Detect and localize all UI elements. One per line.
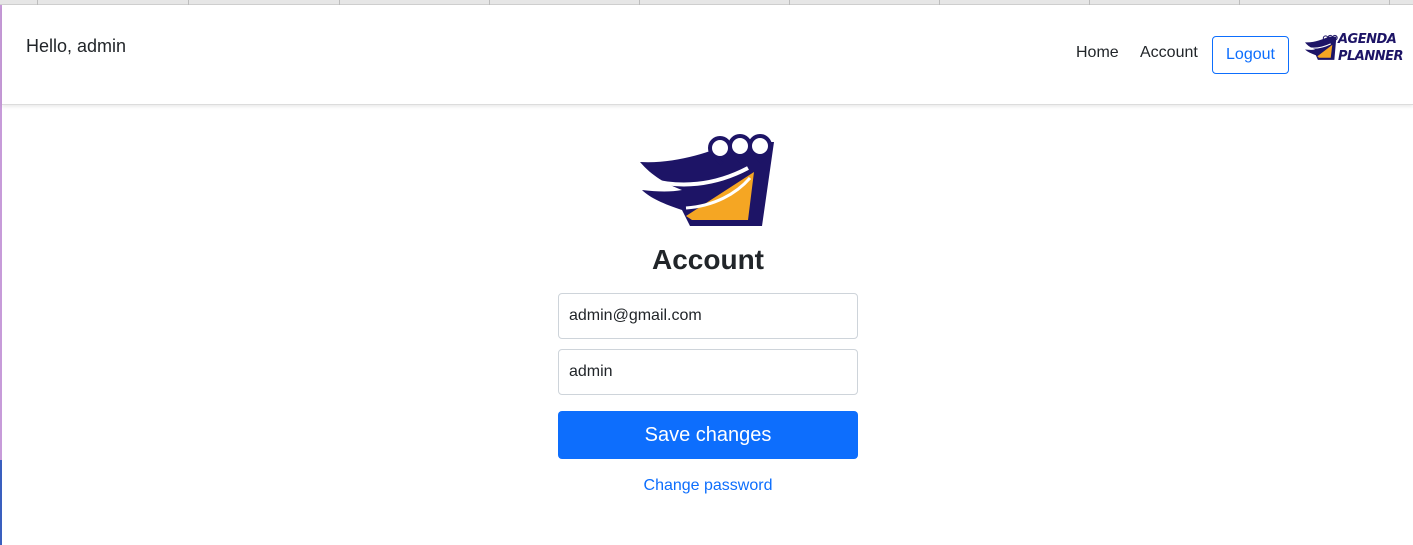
greeting-text: Hello, admin	[26, 36, 127, 56]
logout-button[interactable]: Logout	[1212, 36, 1289, 74]
brand-line-1: AGENDA	[1338, 32, 1397, 47]
nav-home-link[interactable]: Home	[1076, 44, 1119, 62]
nav-account-link[interactable]: Account	[1140, 44, 1198, 62]
save-changes-button[interactable]: Save changes	[558, 411, 858, 459]
brand-line-2: PLANNER	[1338, 49, 1404, 64]
change-password-link[interactable]: Change password	[558, 477, 858, 495]
agenda-planner-logo-icon	[1305, 34, 1338, 60]
page-title: Account	[652, 244, 764, 275]
brand-logo[interactable]: AGENDA PLANNER	[1304, 29, 1404, 69]
top-navbar: Hello, admin Home Account Logout AGENDA …	[2, 5, 1413, 105]
email-field[interactable]	[558, 293, 858, 339]
agenda-planner-logo-icon	[636, 134, 780, 235]
brand-wordmark: AGENDA PLANNER	[1338, 31, 1404, 65]
username-field[interactable]	[558, 349, 858, 395]
